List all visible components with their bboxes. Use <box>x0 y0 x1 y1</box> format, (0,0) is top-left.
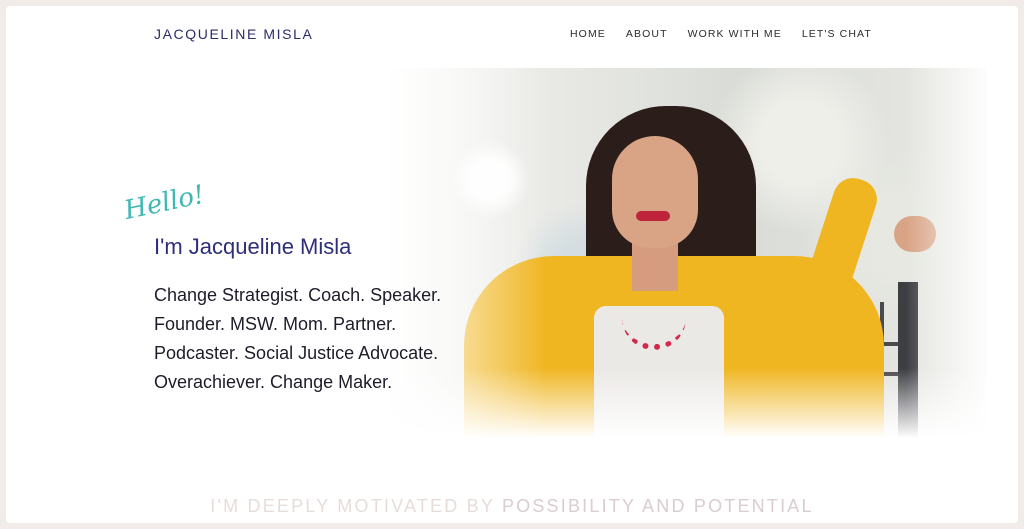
section-heading: I'M DEEPLY MOTIVATED BY POSSIBILITY AND … <box>6 496 1018 517</box>
main-nav: HOME ABOUT WORK WITH ME LET'S CHAT <box>570 28 892 40</box>
nav-home[interactable]: HOME <box>570 28 606 40</box>
browser-frame: JACQUELINE MISLA HOME ABOUT WORK WITH ME… <box>6 6 1018 523</box>
hero-name: I'm Jacqueline Misla <box>154 234 352 259</box>
heading-emphasis: POSSIBILITY AND POTENTIAL <box>501 496 814 516</box>
site-header: JACQUELINE MISLA HOME ABOUT WORK WITH ME… <box>6 6 1018 68</box>
hero-section: Hello! I'm Jacqueline Misla Change Strat… <box>6 68 1018 468</box>
tagline-line: Change Strategist. Coach. Speaker. <box>154 285 442 305</box>
site-logo[interactable]: JACQUELINE MISLA <box>154 26 313 42</box>
hero-tagline: Change Strategist. Coach. Speaker. Found… <box>154 281 441 397</box>
nav-work-with-me[interactable]: WORK WITH ME <box>688 28 782 40</box>
tagline-line: Overachiever. Change Maker. <box>154 372 393 392</box>
hello-script: Hello! <box>121 179 208 226</box>
nav-lets-chat[interactable]: LET'S CHAT <box>802 28 872 40</box>
tagline-line: Podcaster. Social Justice Advocate. <box>154 343 439 363</box>
tagline-line: Founder. MSW. Mom. Partner. <box>154 314 397 334</box>
heading-lead: I'M DEEPLY MOTIVATED BY <box>210 496 495 516</box>
nav-about[interactable]: ABOUT <box>626 28 668 40</box>
